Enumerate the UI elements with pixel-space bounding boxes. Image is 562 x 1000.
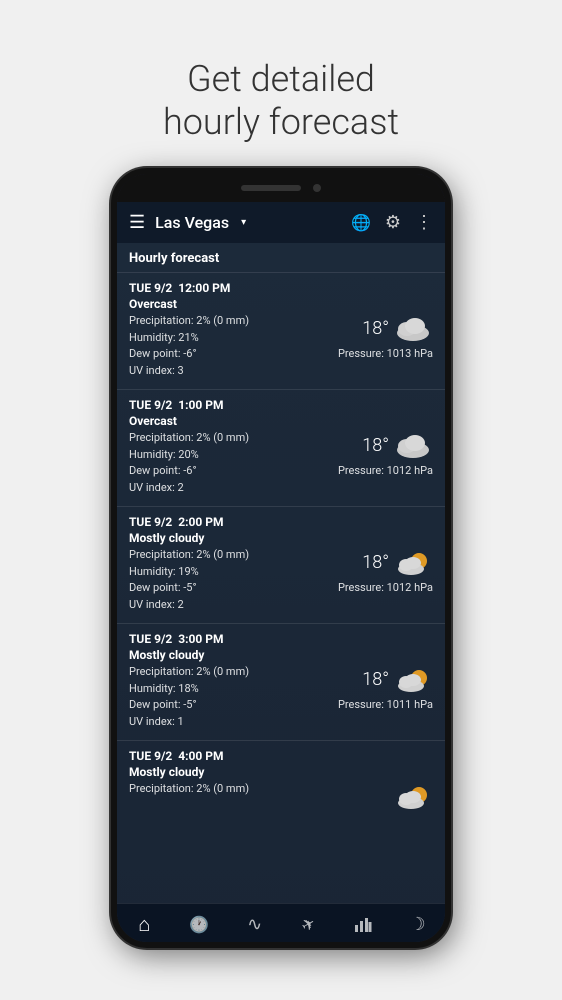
forecast-dewpoint-2: Dew point: -6° bbox=[129, 463, 338, 480]
nav-home-icon[interactable]: ⌂ bbox=[126, 912, 162, 936]
menu-icon[interactable]: ☰ bbox=[129, 212, 145, 233]
headline-line1: Get detailed bbox=[187, 58, 375, 100]
bottom-nav: ⌂ 🕐 ∿ ✈ ☽ bbox=[117, 903, 445, 942]
forecast-precipitation-4: Precipitation: 2% (0 mm) bbox=[129, 664, 338, 681]
nav-clock-icon[interactable]: 🕐 bbox=[181, 912, 217, 936]
partly-cloudy-icon-5 bbox=[393, 781, 433, 811]
settings-icon[interactable]: ⚙ bbox=[385, 212, 401, 233]
forecast-condition-1: Overcast bbox=[129, 297, 433, 311]
forecast-precipitation-2: Precipitation: 2% (0 mm) bbox=[129, 430, 338, 447]
speaker-grill bbox=[241, 185, 301, 191]
partly-cloudy-icon-3 bbox=[393, 547, 433, 577]
page-headline: Get detailed hourly forecast bbox=[163, 28, 399, 144]
forecast-uv-2: UV index: 2 bbox=[129, 480, 338, 497]
dropdown-arrow-icon[interactable]: ▾ bbox=[241, 217, 246, 228]
forecast-pressure-2: Pressure: 1012 hPa bbox=[338, 464, 433, 477]
forecast-humidity-4: Humidity: 18% bbox=[129, 681, 338, 698]
forecast-item-3: TUE 9/2 2:00 PM Mostly cloudy Precipitat… bbox=[117, 507, 445, 624]
forecast-condition-4: Mostly cloudy bbox=[129, 648, 433, 662]
nav-barchart-icon[interactable] bbox=[345, 912, 381, 936]
forecast-uv-4: UV index: 1 bbox=[129, 714, 338, 731]
forecast-condition-5: Mostly cloudy bbox=[129, 765, 433, 779]
app-screen: ☰ Las Vegas ▾ 🌐 ⚙ ⋮ Hourly forecast TUE … bbox=[117, 202, 445, 942]
camera bbox=[313, 184, 321, 192]
forecast-pressure-3: Pressure: 1012 hPa bbox=[338, 581, 433, 594]
phone-top-bar bbox=[117, 174, 445, 202]
more-options-icon[interactable]: ⋮ bbox=[415, 212, 433, 233]
forecast-time-3: TUE 9/2 2:00 PM bbox=[129, 515, 433, 529]
forecast-item-2: TUE 9/2 1:00 PM Overcast Precipitation: … bbox=[117, 390, 445, 507]
forecast-humidity-2: Humidity: 20% bbox=[129, 447, 338, 464]
forecast-temp-4: 18° bbox=[362, 669, 389, 690]
forecast-condition-3: Mostly cloudy bbox=[129, 531, 433, 545]
forecast-humidity-1: Humidity: 21% bbox=[129, 330, 338, 347]
overcast-icon-1 bbox=[393, 313, 433, 343]
phone-frame: ☰ Las Vegas ▾ 🌐 ⚙ ⋮ Hourly forecast TUE … bbox=[111, 168, 451, 948]
forecast-item-5: TUE 9/2 4:00 PM Mostly cloudy Precipitat… bbox=[117, 741, 445, 821]
overcast-icon-2 bbox=[393, 430, 433, 460]
forecast-humidity-3: Humidity: 19% bbox=[129, 564, 338, 581]
section-title: Hourly forecast bbox=[117, 243, 445, 273]
forecast-pressure-4: Pressure: 1011 hPa bbox=[338, 698, 433, 711]
forecast-list: TUE 9/2 12:00 PM Overcast Precipitation:… bbox=[117, 273, 445, 903]
globe-icon[interactable]: 🌐 bbox=[351, 213, 371, 232]
nav-trend-icon[interactable]: ∿ bbox=[236, 912, 272, 936]
forecast-precipitation-1: Precipitation: 2% (0 mm) bbox=[129, 313, 338, 330]
forecast-dewpoint-4: Dew point: -5° bbox=[129, 697, 338, 714]
headline-line2: hourly forecast bbox=[163, 101, 399, 143]
forecast-temp-1: 18° bbox=[362, 318, 389, 339]
forecast-precipitation-5: Precipitation: 2% (0 mm) bbox=[129, 781, 343, 798]
forecast-condition-2: Overcast bbox=[129, 414, 433, 428]
nav-wind-icon[interactable]: ✈ bbox=[287, 905, 330, 942]
forecast-uv-3: UV index: 2 bbox=[129, 597, 338, 614]
forecast-uv-1: UV index: 3 bbox=[129, 363, 338, 380]
forecast-precipitation-3: Precipitation: 2% (0 mm) bbox=[129, 547, 338, 564]
forecast-pressure-1: Pressure: 1013 hPa bbox=[338, 347, 433, 360]
city-label: Las Vegas bbox=[155, 213, 229, 232]
forecast-time-2: TUE 9/2 1:00 PM bbox=[129, 398, 433, 412]
forecast-time-4: TUE 9/2 3:00 PM bbox=[129, 632, 433, 646]
app-header: ☰ Las Vegas ▾ 🌐 ⚙ ⋮ bbox=[117, 202, 445, 243]
forecast-temp-2: 18° bbox=[362, 435, 389, 456]
partly-cloudy-icon-4 bbox=[393, 664, 433, 694]
forecast-time-5: TUE 9/2 4:00 PM bbox=[129, 749, 433, 763]
forecast-item-1: TUE 9/2 12:00 PM Overcast Precipitation:… bbox=[117, 273, 445, 390]
forecast-dewpoint-3: Dew point: -5° bbox=[129, 580, 338, 597]
forecast-item-4: TUE 9/2 3:00 PM Mostly cloudy Precipitat… bbox=[117, 624, 445, 741]
forecast-temp-3: 18° bbox=[362, 552, 389, 573]
forecast-dewpoint-1: Dew point: -6° bbox=[129, 346, 338, 363]
nav-moon-icon[interactable]: ☽ bbox=[400, 912, 436, 936]
forecast-time-1: TUE 9/2 12:00 PM bbox=[129, 281, 433, 295]
